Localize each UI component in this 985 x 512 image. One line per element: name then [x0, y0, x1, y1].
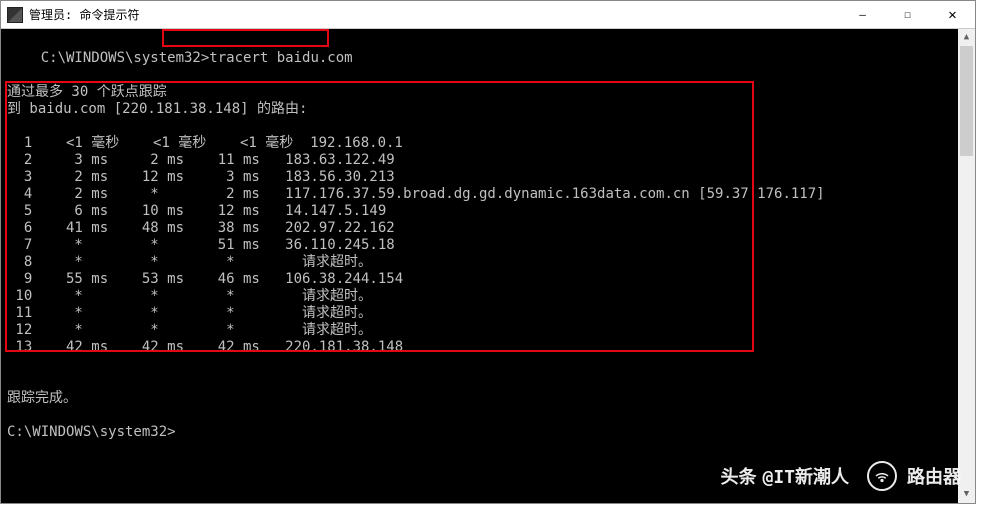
cmd-icon	[7, 7, 23, 23]
table-row: 3 2 ms 12 ms 3 ms 183.56.30.213	[7, 169, 975, 186]
titlebar[interactable]: 管理员: 命令提示符 — ☐ ✕	[1, 1, 975, 29]
prompt-path: C:\WINDOWS\system32>	[41, 50, 210, 66]
maximize-button[interactable]: ☐	[885, 1, 930, 28]
scroll-track[interactable]	[958, 46, 975, 486]
minimize-button[interactable]: —	[840, 1, 885, 28]
close-button[interactable]: ✕	[930, 1, 975, 28]
blank-line	[7, 118, 15, 134]
table-row: 6 41 ms 48 ms 38 ms 202.97.22.162	[7, 220, 975, 237]
vertical-scrollbar[interactable]: ▲ ▼	[958, 29, 975, 503]
hop-table: 1 <1 毫秒 <1 毫秒 <1 毫秒 192.168.0.1 2 3 ms 2…	[7, 135, 975, 356]
blank-line	[7, 407, 15, 423]
blank-line	[7, 373, 15, 389]
table-row: 5 6 ms 10 ms 12 ms 14.147.5.149	[7, 203, 975, 220]
window-controls: — ☐ ✕	[840, 1, 975, 28]
window-title: 管理员: 命令提示符	[29, 6, 840, 23]
table-row: 9 55 ms 53 ms 46 ms 106.38.244.154	[7, 271, 975, 288]
table-row: 12 * * * 请求超时。	[7, 322, 975, 339]
intro-line-1: 通过最多 30 个跃点跟踪	[7, 84, 167, 100]
intro-line-2: 到 baidu.com [220.181.38.148] 的路由:	[7, 101, 307, 117]
trace-complete: 跟踪完成。	[7, 390, 77, 406]
console-output[interactable]: C:\WINDOWS\system32>tracert baidu.com 通过…	[1, 29, 975, 503]
scroll-thumb[interactable]	[960, 46, 973, 156]
scroll-down-icon[interactable]: ▼	[958, 486, 975, 503]
table-row: 10 * * * 请求超时。	[7, 288, 975, 305]
table-row: 2 3 ms 2 ms 11 ms 183.63.122.49	[7, 152, 975, 169]
scroll-up-icon[interactable]: ▲	[958, 29, 975, 46]
table-row: 13 42 ms 42 ms 42 ms 220.181.38.148	[7, 339, 975, 356]
prompt-path-2: C:\WINDOWS\system32>	[7, 424, 176, 440]
table-row: 7 * * 51 ms 36.110.245.18	[7, 237, 975, 254]
typed-command: tracert baidu.com	[209, 50, 352, 66]
table-row: 11 * * * 请求超时。	[7, 305, 975, 322]
table-row: 8 * * * 请求超时。	[7, 254, 975, 271]
table-row: 1 <1 毫秒 <1 毫秒 <1 毫秒 192.168.0.1	[7, 135, 975, 152]
blank-line	[7, 67, 15, 83]
command-prompt-window: 管理员: 命令提示符 — ☐ ✕ C:\WINDOWS\system32>tra…	[0, 0, 976, 504]
table-row: 4 2 ms * 2 ms 117.176.37.59.broad.dg.gd.…	[7, 186, 975, 203]
